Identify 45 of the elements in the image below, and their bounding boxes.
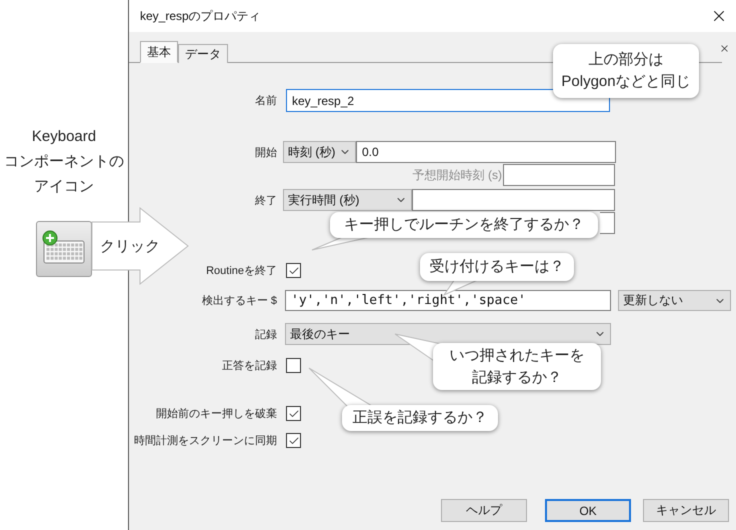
check-icon bbox=[288, 434, 300, 446]
expected-start-input[interactable] bbox=[503, 164, 615, 186]
field-label: 終了 bbox=[255, 194, 278, 208]
callout-text: 受け付けるキーは？ bbox=[430, 257, 564, 277]
stop-input[interactable] bbox=[412, 189, 615, 211]
field-label: 開始前のキー押しを破棄 bbox=[156, 406, 278, 421]
start-input[interactable]: 0.0 bbox=[356, 141, 616, 163]
callout-text: Polygonなどと同じ bbox=[561, 72, 691, 92]
field-label: 予想開始時刻 (s) bbox=[412, 166, 502, 184]
callout-text: 正誤を記録するか？ bbox=[352, 408, 488, 428]
check-icon bbox=[288, 408, 300, 420]
tab[interactable]: 基本 bbox=[140, 41, 178, 63]
close-icon[interactable] bbox=[719, 43, 730, 54]
field-label: Routineを終了 bbox=[206, 264, 278, 278]
dialog-button[interactable]: キャンセル bbox=[643, 499, 729, 522]
field-label: 記録 bbox=[255, 328, 278, 342]
tab[interactable]: データ bbox=[178, 44, 228, 63]
field-label: 検出するキー $ bbox=[202, 294, 278, 308]
checkbox[interactable] bbox=[286, 263, 301, 278]
checkbox[interactable] bbox=[286, 433, 301, 448]
window-title: key_respのプロパティ bbox=[140, 8, 261, 24]
field-label: 時間計測をスクリーンに同期 bbox=[134, 434, 278, 448]
store-dropdown[interactable]: 最後のキー bbox=[285, 323, 611, 345]
callout-text: キー押しでルーチンを終了するか？ bbox=[344, 215, 584, 235]
field-label: 開始 bbox=[255, 146, 278, 160]
check-icon bbox=[288, 264, 300, 276]
arrow-label: クリック bbox=[100, 237, 160, 256]
dialog-button[interactable]: ヘルプ bbox=[441, 499, 527, 522]
annotation-caption: アイコン bbox=[34, 177, 94, 197]
checkbox[interactable] bbox=[286, 358, 301, 373]
field-label: 正答を記録 bbox=[222, 359, 278, 373]
annotation-caption: コンポーネントの bbox=[4, 152, 124, 172]
expected-duration-input[interactable] bbox=[600, 212, 615, 234]
keyboard-component-button[interactable] bbox=[36, 221, 92, 277]
callout-text: いつ押されたキーを bbox=[450, 346, 584, 366]
callout-text: 上の部分は bbox=[588, 50, 664, 70]
annotation-caption: Keyboard bbox=[32, 127, 96, 147]
stop-type-dropdown[interactable]: 実行時間 (秒) bbox=[283, 189, 412, 211]
name-input[interactable]: key_resp_2 bbox=[286, 89, 610, 112]
start-type-dropdown[interactable]: 時刻 (秒) bbox=[283, 141, 356, 163]
dialog-button[interactable]: OK bbox=[545, 499, 631, 522]
update-dropdown[interactable]: 更新しない bbox=[618, 290, 731, 311]
callout-text: 記録するか？ bbox=[472, 368, 562, 388]
checkbox[interactable] bbox=[286, 406, 301, 421]
field-label: 名前 bbox=[255, 94, 278, 108]
